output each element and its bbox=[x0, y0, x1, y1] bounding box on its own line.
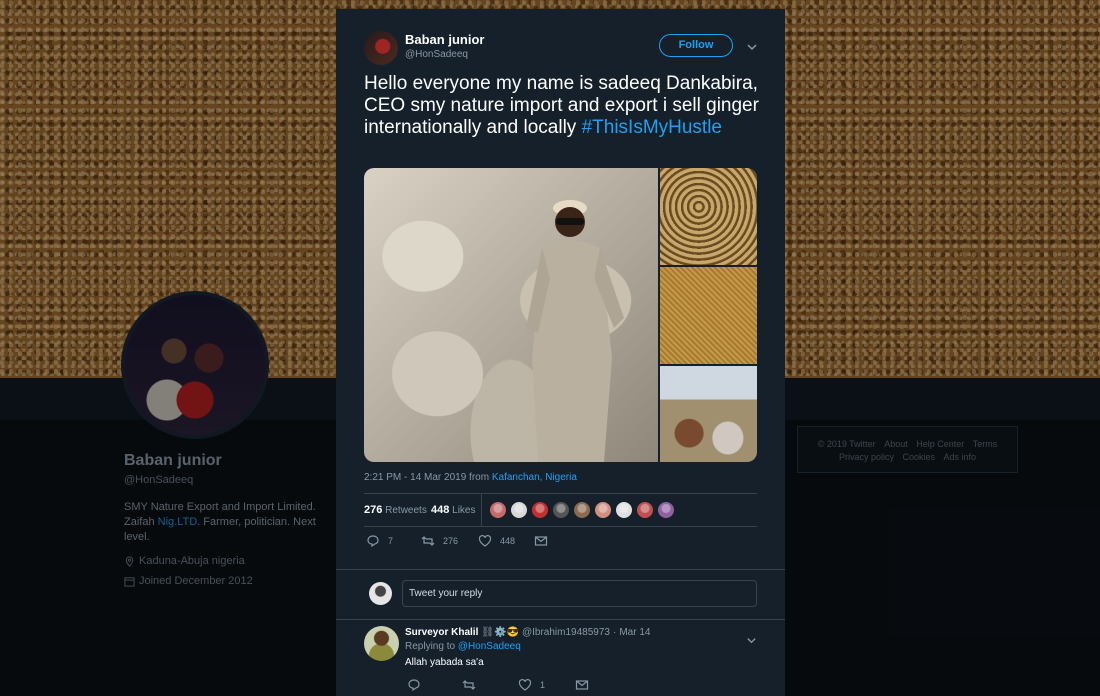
reply-input[interactable] bbox=[402, 580, 757, 607]
reply-author-avatar[interactable] bbox=[364, 626, 399, 661]
media-photo-main[interactable] bbox=[364, 168, 658, 462]
reply-retweet-action[interactable] bbox=[462, 678, 476, 692]
dm-action[interactable] bbox=[534, 534, 548, 548]
liker-avatar[interactable] bbox=[510, 501, 528, 519]
stats-divider bbox=[481, 494, 482, 527]
retweet-icon bbox=[462, 680, 476, 690]
media-photo-ginger-ground[interactable] bbox=[660, 267, 757, 364]
heart-icon bbox=[518, 678, 532, 691]
reply-count: 7 bbox=[388, 536, 394, 546]
tweet-media-grid bbox=[364, 168, 757, 462]
retweet-count: 276 bbox=[443, 536, 459, 546]
heart-icon bbox=[478, 534, 492, 547]
reply-dm-action[interactable] bbox=[575, 678, 589, 692]
tweet-author-avatar[interactable] bbox=[364, 31, 398, 65]
retweets-label: Retweets bbox=[385, 505, 427, 516]
liker-avatar[interactable] bbox=[531, 501, 549, 519]
media-photo-ginger-dried[interactable] bbox=[660, 168, 757, 265]
reply-text: Allah yabada sa'a bbox=[405, 657, 484, 668]
reply-icon bbox=[408, 679, 420, 692]
like-action[interactable]: 448 bbox=[478, 534, 515, 548]
tweet-stats: 276 Retweets 448 Likes bbox=[364, 493, 757, 527]
liker-avatars bbox=[489, 501, 675, 519]
reply-composer bbox=[336, 571, 785, 619]
replying-to: Replying to @HonSadeeq bbox=[405, 641, 521, 652]
reply-author-emoji: ⛓⚙️😎 bbox=[481, 627, 519, 638]
liker-avatar[interactable] bbox=[552, 501, 570, 519]
reply-action[interactable]: 7 bbox=[366, 534, 393, 548]
envelope-icon bbox=[534, 536, 548, 546]
liker-avatar[interactable] bbox=[657, 501, 675, 519]
chevron-down-icon[interactable] bbox=[746, 41, 758, 53]
follow-button[interactable]: Follow bbox=[659, 34, 733, 57]
liker-avatar[interactable] bbox=[573, 501, 591, 519]
tweet-author-handle: @HonSadeeq bbox=[405, 49, 468, 60]
tweet-modal: Baban junior @HonSadeeq Follow Hello eve… bbox=[336, 9, 785, 696]
like-count: 448 bbox=[500, 536, 516, 546]
reply-separator: · bbox=[612, 627, 617, 638]
tweet-header: Baban junior @HonSadeeq Follow bbox=[364, 31, 759, 67]
reply-author-handle: @Ibrahim19485973 bbox=[521, 627, 610, 638]
current-user-avatar bbox=[369, 582, 392, 605]
divider bbox=[336, 569, 785, 570]
reply-header: Surveyor Khalil ⛓⚙️😎 @Ibrahim19485973 · … bbox=[405, 627, 650, 638]
media-photo-workers[interactable] bbox=[660, 366, 757, 462]
tweet-author-name[interactable]: Baban junior bbox=[405, 32, 484, 47]
replying-to-prefix: Replying to bbox=[405, 641, 458, 652]
retweet-icon bbox=[421, 536, 435, 546]
reply-like-count: 1 bbox=[540, 680, 546, 690]
retweet-action[interactable]: 276 bbox=[421, 534, 458, 548]
liker-avatar[interactable] bbox=[489, 501, 507, 519]
reply-reply-action[interactable] bbox=[407, 678, 421, 692]
chevron-down-icon[interactable] bbox=[746, 635, 757, 646]
likes-label: Likes bbox=[452, 505, 476, 516]
retweets-stat[interactable]: 276 Retweets bbox=[364, 504, 427, 516]
liker-avatar[interactable] bbox=[594, 501, 612, 519]
reply-tweet[interactable]: Surveyor Khalil ⛓⚙️😎 @Ibrahim19485973 · … bbox=[336, 620, 785, 696]
tweet-time-text: 2:21 PM - 14 Mar 2019 from bbox=[364, 472, 492, 483]
replying-to-mention[interactable]: @HonSadeeq bbox=[458, 641, 521, 652]
liker-avatar[interactable] bbox=[615, 501, 633, 519]
tweet-actions: 7 276 448 bbox=[364, 534, 757, 564]
reply-date[interactable]: Mar 14 bbox=[619, 627, 650, 638]
reply-actions: 1 bbox=[405, 678, 705, 696]
person-figure bbox=[526, 200, 624, 462]
tweet-hashtag[interactable]: #ThisIsMyHustle bbox=[582, 117, 722, 138]
reply-like-action[interactable]: 1 bbox=[518, 678, 545, 692]
likes-count: 448 bbox=[431, 504, 450, 516]
tweet-timestamp: 2:21 PM - 14 Mar 2019 from Kafanchan, Ni… bbox=[364, 472, 577, 483]
envelope-icon bbox=[575, 680, 589, 690]
liker-avatar[interactable] bbox=[636, 501, 654, 519]
reply-author-name[interactable]: Surveyor Khalil bbox=[405, 627, 478, 638]
tweet-text: Hello everyone my name is sadeeq Dankabi… bbox=[364, 73, 759, 139]
likes-stat[interactable]: 448 Likes bbox=[431, 504, 476, 516]
retweets-count: 276 bbox=[364, 504, 383, 516]
reply-icon bbox=[367, 535, 379, 548]
tweet-location-link[interactable]: Kafanchan, Nigeria bbox=[492, 472, 577, 483]
